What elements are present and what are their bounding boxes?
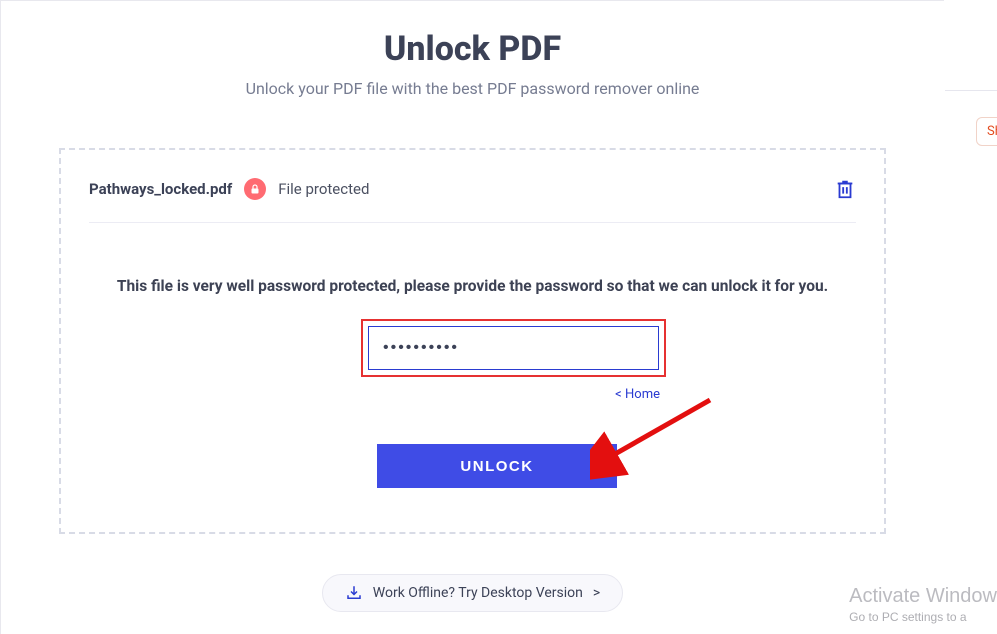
file-row: Pathways_locked.pdf File protected [89,178,856,223]
trash-icon [834,178,856,200]
watermark-line1: Activate Window [849,585,997,608]
delete-button[interactable] [834,178,856,200]
download-icon [345,584,363,602]
page-title: Unlock PDF [1,29,944,69]
file-status: File protected [278,180,369,198]
offline-text: Work Offline? Try Desktop Version [373,585,583,601]
right-divider [945,90,997,91]
windows-watermark: Activate Window Go to PC settings to a [849,585,997,624]
home-link[interactable]: < Home [361,387,666,402]
watermark-line2: Go to PC settings to a [849,610,997,624]
password-input[interactable] [368,326,659,370]
lock-icon [244,178,266,200]
page-container: Unlock PDF Unlock your PDF file with the… [0,0,944,634]
file-name: Pathways_locked.pdf [89,180,232,198]
offline-pill[interactable]: Work Offline? Try Desktop Version > [322,574,623,612]
unlock-button[interactable]: UNLOCK [377,444,617,488]
password-highlight-box [361,319,666,377]
share-chip[interactable]: Sh [976,117,997,146]
upload-panel: Pathways_locked.pdf File protected This … [59,148,886,534]
chevron-right-icon: > [593,585,600,601]
page-subtitle: Unlock your PDF file with the best PDF p… [1,79,944,98]
password-prompt: This file is very well password protecte… [89,277,856,295]
